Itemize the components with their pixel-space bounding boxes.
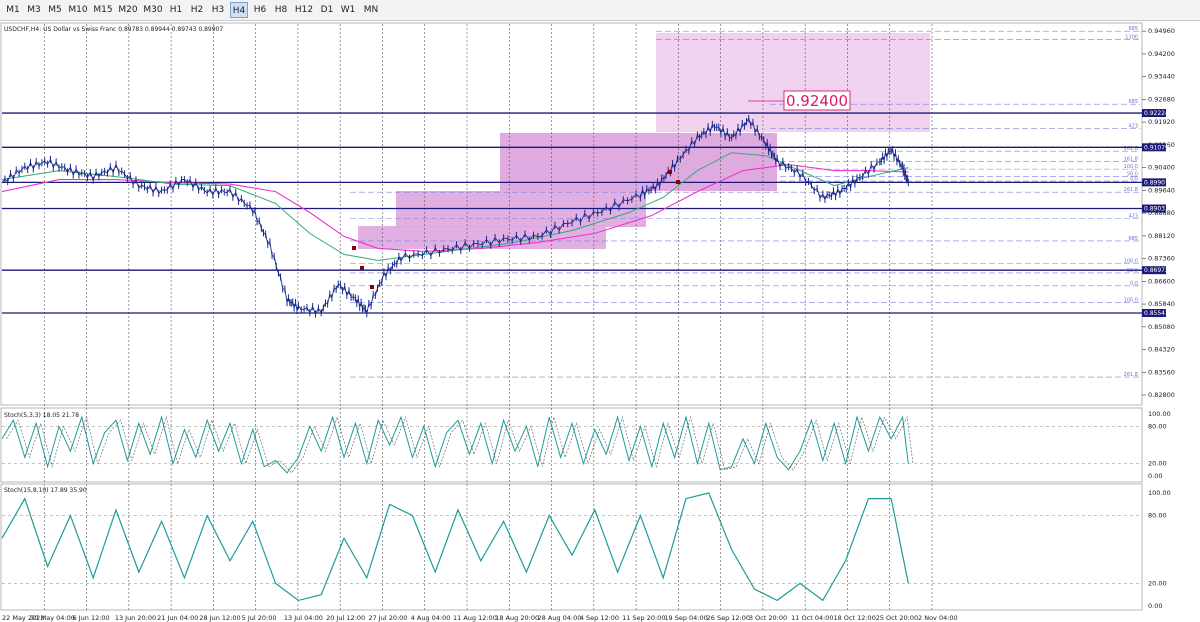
chart-area: 6851100685423261.8161.8100.050.00.0261.8… <box>0 21 1200 622</box>
stoch-axis-label: 20.00 <box>1148 460 1167 468</box>
stoch-axis-label: 80.00 <box>1148 422 1167 430</box>
time-label: 28 Aug 04:00 <box>538 614 582 622</box>
signal-marker <box>676 180 680 184</box>
time-label: 27 Jul 20:00 <box>368 614 407 622</box>
price-label: 0.94960 <box>1148 27 1175 35</box>
timeframe-m5[interactable]: M5 <box>46 2 64 18</box>
time-label: 13 Jul 04:00 <box>284 614 323 622</box>
level-badge-label: 0.91079 <box>1144 144 1169 151</box>
fib-label: 685 <box>1128 26 1138 32</box>
time-label: 2 Nov 04:00 <box>918 614 958 622</box>
price-label: 0.83560 <box>1148 368 1175 376</box>
signal-marker <box>668 170 672 174</box>
fib-label: 261.8 <box>1124 187 1138 193</box>
timeframe-m3[interactable]: M3 <box>25 2 43 18</box>
fib-label: 100.0 <box>1124 258 1138 264</box>
timeframe-m30[interactable]: M30 <box>142 2 164 18</box>
price-label: 0.91920 <box>1148 118 1175 126</box>
time-label: 18 Aug 20:00 <box>495 614 539 622</box>
time-label: 19 Sep 04:00 <box>664 614 707 622</box>
price-label: 0.88120 <box>1148 232 1175 240</box>
time-label: 30 May 04:00 <box>30 614 75 622</box>
level-badge-label: 0.89907 <box>1144 179 1169 186</box>
fib-label: 685 <box>1128 236 1138 242</box>
time-label: 18 Oct 12:00 <box>833 614 875 622</box>
timeframe-m1[interactable]: M1 <box>4 2 22 18</box>
timeframe-h6[interactable]: H6 <box>251 2 269 18</box>
time-label: 11 Aug 12:00 <box>453 614 497 622</box>
price-label: 0.94200 <box>1148 50 1175 58</box>
time-label: 11 Oct 04:00 <box>791 614 833 622</box>
signal-marker <box>370 285 374 289</box>
timeframe-m20[interactable]: M20 <box>117 2 139 18</box>
price-label: 0.85080 <box>1148 323 1175 331</box>
timeframe-d1[interactable]: D1 <box>318 2 336 18</box>
price-label: 0.84320 <box>1148 346 1175 354</box>
time-label: 4 Sep 12:00 <box>580 614 619 622</box>
time-label: 20 Jul 12:00 <box>326 614 365 622</box>
price-label: 0.92680 <box>1148 95 1175 103</box>
timeframe-toolbar: M1 M3 M5 M10 M15 M20 M30 H1 H2 H3 H4 H6 H8 H12 D1 W1 MN <box>0 0 1200 21</box>
price-label: 0.82800 <box>1148 391 1175 399</box>
fib-label: 423 <box>1128 124 1138 130</box>
timeframe-h4[interactable]: H4 <box>230 2 248 18</box>
fib-label: 100.0 <box>1124 297 1138 303</box>
fib-label: 0.0 <box>1130 281 1138 287</box>
stoch-axis-label: 0.00 <box>1148 472 1162 480</box>
time-label: 28 Jun 12:00 <box>199 614 240 622</box>
level-badge-label: 0.89033 <box>1144 206 1169 213</box>
stoch-axis-label: 100.00 <box>1148 410 1171 418</box>
fib-label: 1100 <box>1125 35 1138 41</box>
price-label: 0.90400 <box>1148 164 1175 172</box>
price-label: 0.89640 <box>1148 186 1175 194</box>
timeframe-w1[interactable]: W1 <box>339 2 357 18</box>
main-header: USDCHF,H4: US Dollar vs Swiss Franc 0.89… <box>4 26 223 33</box>
signal-marker <box>360 266 364 270</box>
timeframe-mn[interactable]: MN <box>360 2 382 18</box>
level-badge-label: 0.85541 <box>1144 310 1169 317</box>
timeframe-m10[interactable]: M10 <box>67 2 89 18</box>
stoch1-header: Stoch(5,3,3) 18.05 21.78 <box>4 412 79 419</box>
timeframe-h2[interactable]: H2 <box>188 2 206 18</box>
price-label: 0.87360 <box>1148 255 1175 263</box>
fib-label: 50.0 <box>1127 268 1138 274</box>
time-label: 5 Jul 20:00 <box>242 614 277 622</box>
time-label: 21 Jun 04:00 <box>157 614 198 622</box>
fib-label: 423 <box>1128 213 1138 219</box>
time-label: 13 Jun 20:00 <box>115 614 156 622</box>
time-label: 26 Sep 12:00 <box>707 614 750 622</box>
price-label: 0.93440 <box>1148 73 1175 81</box>
fib-label: 161.8 <box>1124 157 1138 163</box>
price-label: 0.86600 <box>1148 277 1175 285</box>
timeframe-h1[interactable]: H1 <box>167 2 185 18</box>
stoch-axis-label: 100.00 <box>1148 489 1171 497</box>
level-badge-label: 0.86972 <box>1144 267 1169 274</box>
fib-label: 261.8 <box>1124 372 1138 378</box>
stoch-axis-label: 80.00 <box>1148 512 1167 520</box>
stoch-axis-label: 20.00 <box>1148 579 1167 587</box>
time-label: 6 Jun 12:00 <box>73 614 110 622</box>
timeframe-m15[interactable]: M15 <box>92 2 114 18</box>
fib-label: 685 <box>1128 99 1138 105</box>
signal-marker <box>352 246 356 250</box>
callout-label: 0.92400 <box>786 92 848 110</box>
timeframe-h3[interactable]: H3 <box>209 2 227 18</box>
stoch-axis-label: 0.00 <box>1148 602 1162 610</box>
fib-label: 0.0 <box>1130 176 1138 182</box>
time-label: 3 Oct 20:00 <box>749 614 787 622</box>
time-label: 25 Oct 20:00 <box>876 614 918 622</box>
timeframe-h12[interactable]: H12 <box>293 2 315 18</box>
timeframe-h8[interactable]: H8 <box>272 2 290 18</box>
time-label: 4 Aug 04:00 <box>411 614 451 622</box>
price-label: 0.85840 <box>1148 300 1175 308</box>
stoch2-header: Stoch(15,8,10) 17.89 35.90 <box>4 487 87 494</box>
fib-label: 100.0 <box>1124 164 1138 170</box>
time-label: 11 Sep 20:00 <box>622 614 665 622</box>
time-axis: 22 May 202330 May 04:006 Jun 12:00 13 Jun… <box>2 614 958 622</box>
level-badge-label: 0.92224 <box>1144 110 1169 117</box>
